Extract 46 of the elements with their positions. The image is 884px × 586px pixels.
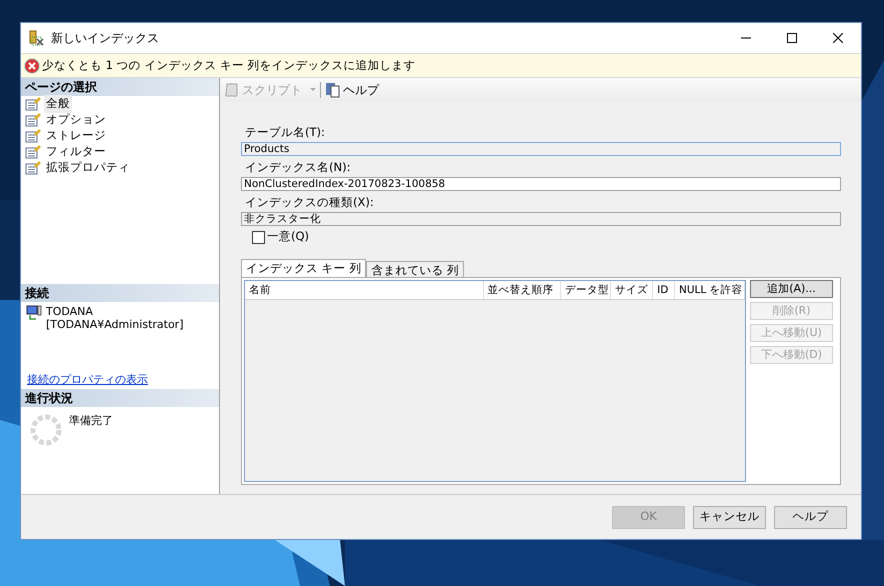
progress-status: 準備完了 <box>69 413 113 429</box>
maximize-icon <box>787 33 797 43</box>
column-header[interactable]: ID <box>653 281 676 299</box>
dialog-button[interactable]: ヘルプ <box>774 506 847 528</box>
field-label: インデックス名(N): <box>244 159 352 175</box>
close-icon <box>833 33 843 43</box>
tab[interactable]: インデックス キー 列 <box>241 259 366 277</box>
page-item[interactable]: 拡張プロパティ <box>44 159 132 177</box>
server-icon <box>26 305 42 321</box>
dropdown-caret-icon <box>310 88 316 92</box>
page-icon <box>25 97 41 111</box>
field-label: インデックスの種類(X): <box>244 194 375 210</box>
document-icon <box>325 82 341 98</box>
text-field[interactable]: NonClusteredIndex-20170823-100858 <box>241 177 841 191</box>
page-item[interactable]: ストレージ <box>44 127 108 145</box>
user-name: [TODANA¥Administrator] <box>46 318 184 331</box>
page-icon <box>25 145 41 159</box>
connection-properties-link[interactable]: 接続のプロパティの表示 <box>27 373 148 386</box>
section-header: 進行状況 <box>21 389 219 407</box>
server-name: TODANA <box>46 305 94 318</box>
page-item[interactable]: オプション <box>44 111 108 129</box>
section-header: 接続 <box>21 284 219 302</box>
column-header[interactable]: 名前 <box>245 281 484 299</box>
index-icon <box>29 30 45 46</box>
progress-spinner-icon <box>29 413 63 447</box>
error-icon <box>24 58 40 74</box>
window-title: 新しいインデックス <box>51 30 159 47</box>
tab[interactable]: 含まれている 列 <box>366 261 464 277</box>
column-header[interactable]: サイズ <box>611 281 654 299</box>
unique-checkbox[interactable] <box>252 230 265 244</box>
scroll-icon <box>224 82 240 98</box>
field-label: テーブル名(T): <box>244 124 326 140</box>
error-message: 少なくとも 1 つの インデックス キー 列をインデックスに追加します <box>42 56 416 74</box>
column-header[interactable]: NULL を許容 <box>675 281 746 299</box>
page-item[interactable]: フィルター <box>44 143 108 161</box>
page-icon <box>25 129 41 143</box>
page-item[interactable]: 全般 <box>44 95 72 113</box>
dialog-button[interactable]: キャンセル <box>693 506 766 528</box>
page-icon <box>25 161 41 175</box>
column-header[interactable]: 並べ替え順序 <box>484 281 562 299</box>
help-button[interactable]: ヘルプ <box>325 81 379 99</box>
page-icon <box>25 113 41 127</box>
column-header[interactable]: データ型 <box>561 281 612 299</box>
section-header: ページの選択 <box>21 78 219 96</box>
checkbox-label: 一意(Q) <box>267 228 310 246</box>
side-button[interactable]: 追加(A)... <box>750 280 833 298</box>
